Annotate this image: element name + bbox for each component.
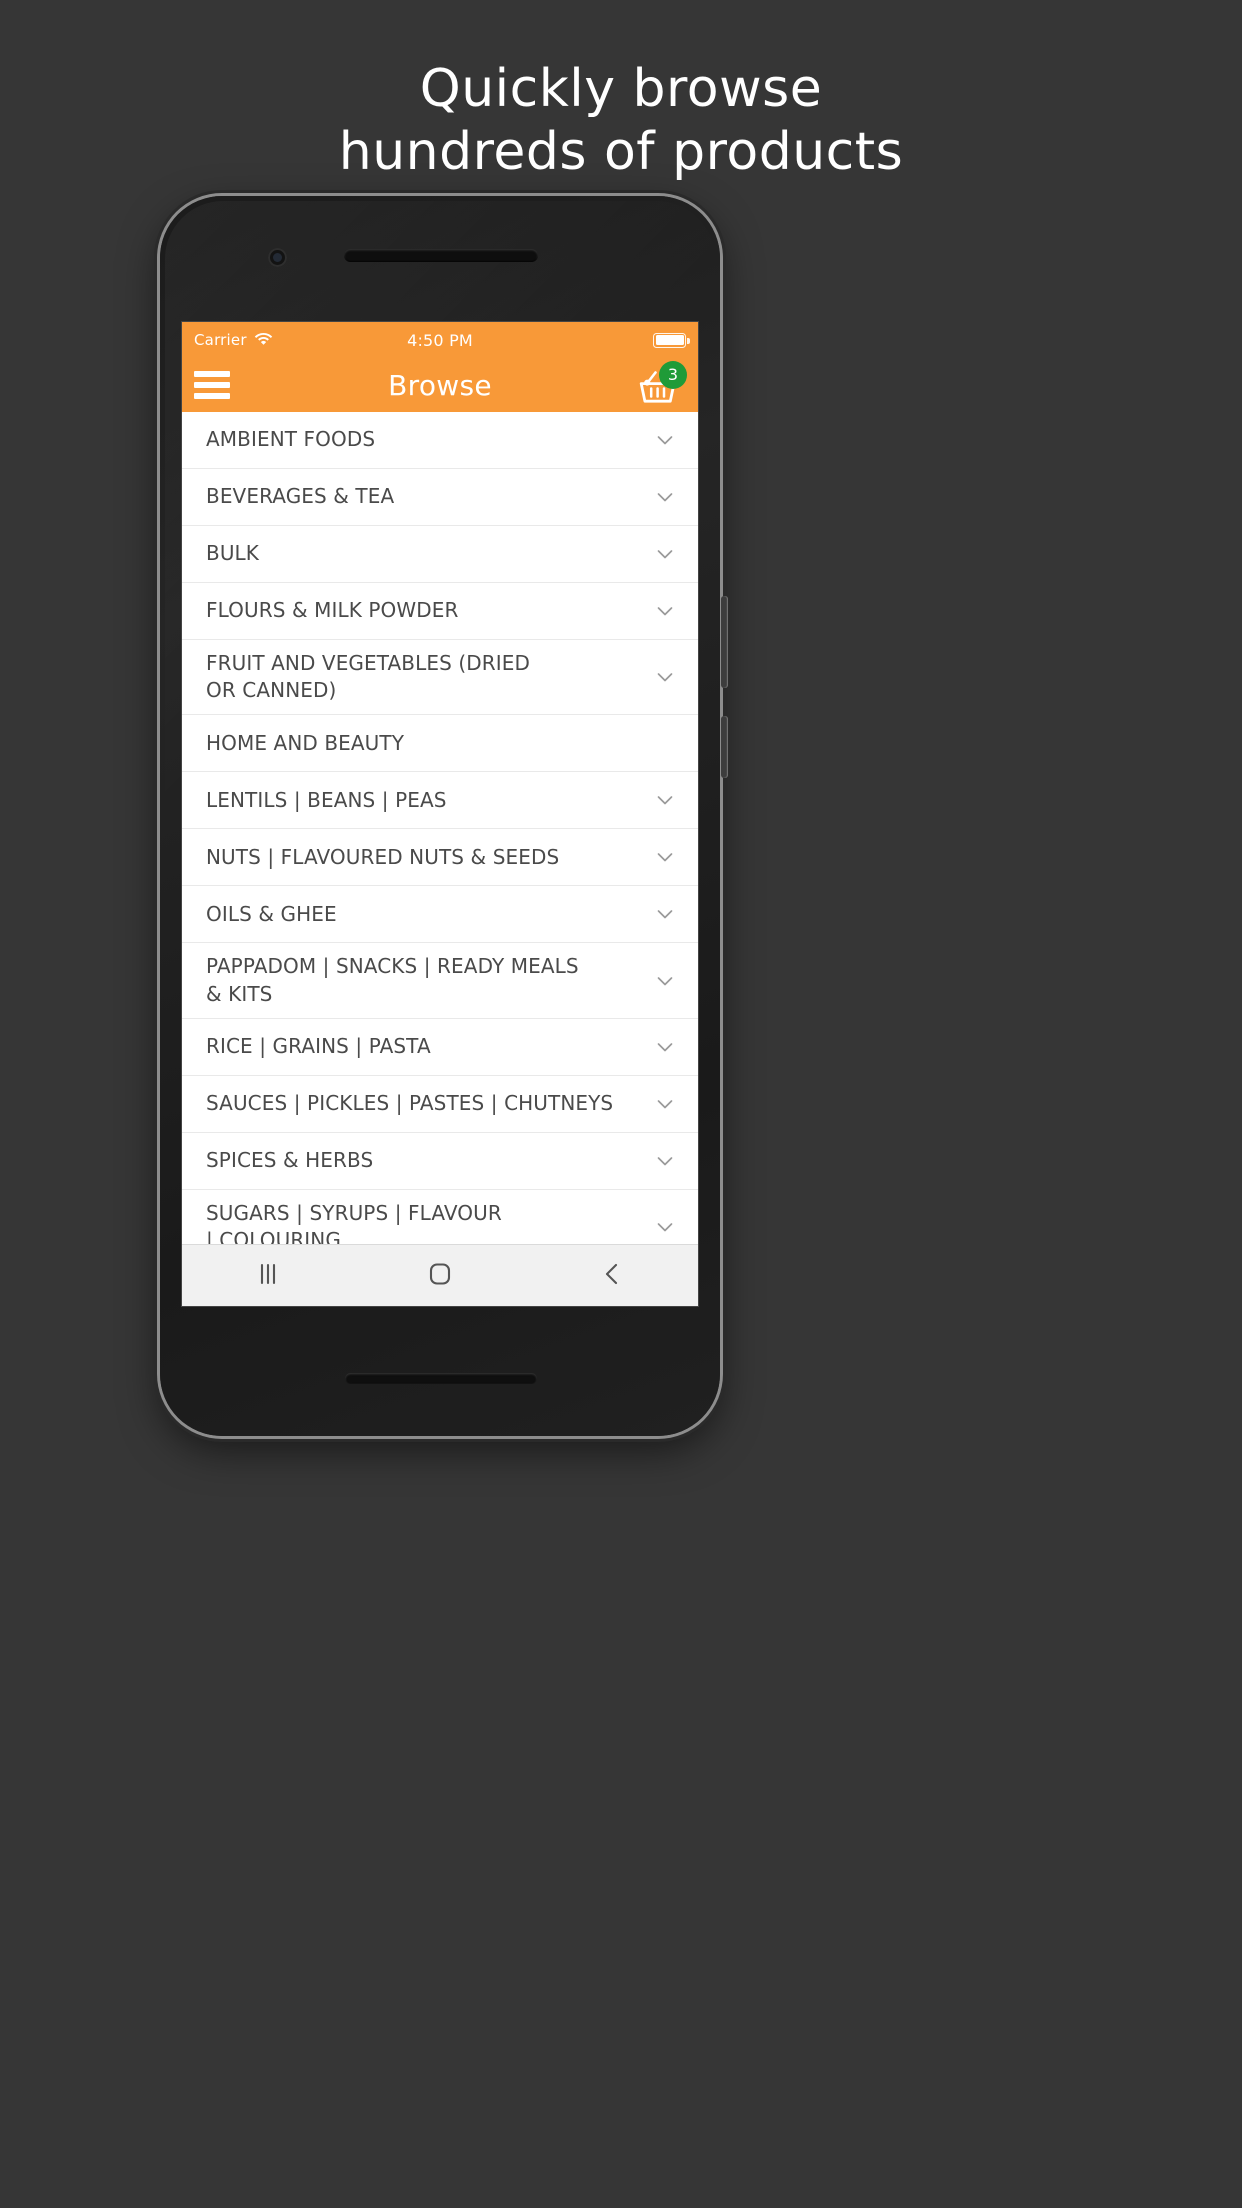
category-label: AMBIENT FOODS <box>206 427 376 452</box>
headline-line-1: Quickly browse <box>419 59 823 119</box>
page-title: Quickly browse hundreds of products <box>0 58 1242 185</box>
cart-button[interactable]: 3 <box>636 361 687 407</box>
recents-button[interactable] <box>225 1252 311 1300</box>
chevron-down-icon <box>657 976 673 985</box>
chevron-down-icon <box>657 1156 673 1166</box>
category-label: BEVERAGES & TEA <box>206 484 395 509</box>
hamburger-menu-icon[interactable] <box>194 371 230 399</box>
battery-icon <box>653 332 690 348</box>
chevron-down-icon <box>657 796 673 805</box>
power-button[interactable] <box>721 716 728 778</box>
promo-screenshot: Quickly browse hundreds of products Carr… <box>0 0 1242 2208</box>
chevron-down-icon <box>657 493 673 502</box>
category-row[interactable]: HOME AND BEAUTY <box>182 715 698 773</box>
nav-title: Browse <box>388 368 492 402</box>
category-row[interactable]: NUTS | FLAVOURED NUTS & SEEDS <box>182 829 698 887</box>
category-label: RICE | GRAINS | PASTA <box>206 1034 431 1059</box>
home-square-icon <box>427 1261 453 1291</box>
category-label: SAUCES | PICKLES | PASTES | CHUTNEYS <box>206 1091 614 1116</box>
chevron-down-icon <box>657 1099 673 1109</box>
chevron-down-icon <box>657 607 673 616</box>
android-navigation-bar <box>182 1244 698 1306</box>
earpiece-speaker <box>344 249 538 262</box>
app-nav-bar: Browse 3 <box>182 358 698 412</box>
chevron-down-icon <box>657 1223 673 1232</box>
chevron-down-icon <box>657 550 673 559</box>
category-row[interactable]: OILS & GHEE <box>182 886 698 944</box>
chevron-down-icon <box>657 910 673 919</box>
status-bar-time: 4:50 PM <box>407 330 473 350</box>
category-label: OILS & GHEE <box>206 901 337 926</box>
status-bar-right <box>653 332 690 348</box>
back-chevron-icon <box>601 1261 623 1291</box>
category-row[interactable]: FRUIT AND VEGETABLES (DRIED OR CANNED) <box>182 640 698 716</box>
category-row[interactable]: BEVERAGES & TEA <box>182 469 698 526</box>
category-row[interactable]: AMBIENT FOODS <box>182 412 698 469</box>
front-camera-icon <box>268 248 287 267</box>
category-label: PAPPADOM | SNACKS | READY MEALS & KITS <box>206 954 579 1006</box>
category-row[interactable]: PAPPADOM | SNACKS | READY MEALS & KITS <box>182 943 698 1019</box>
category-row[interactable]: SAUCES | PICKLES | PASTES | CHUTNEYS <box>182 1075 698 1133</box>
bottom-speaker <box>345 1373 537 1384</box>
status-bar: Carrier 4:50 PM <box>182 322 698 358</box>
cart-count-badge: 3 <box>659 361 687 389</box>
category-label: FRUIT AND VEGETABLES (DRIED OR CANNED) <box>206 651 530 703</box>
recents-icon <box>257 1261 279 1291</box>
category-label: LENTILS | BEANS | PEAS <box>206 787 447 812</box>
category-list[interactable]: AMBIENT FOODS BEVERAGES & TEA BULK FLOURS &… <box>182 412 698 1266</box>
headline-line-2: hundreds of products <box>338 122 904 183</box>
back-button[interactable] <box>569 1252 655 1300</box>
category-label: SPICES & HERBS <box>206 1148 374 1173</box>
chevron-down-icon <box>657 673 673 682</box>
chevron-down-icon <box>657 436 673 445</box>
volume-button[interactable] <box>721 596 728 688</box>
category-label: HOME AND BEAUTY <box>206 730 405 755</box>
battery-level-fill <box>655 335 684 345</box>
phone-screen: Carrier 4:50 PM Browse 3 AMBIENT FOODS B… <box>182 322 698 1306</box>
category-row[interactable]: RICE | GRAINS | PASTA <box>182 1018 698 1076</box>
category-label: NUTS | FLAVOURED NUTS & SEEDS <box>206 844 560 869</box>
category-row[interactable]: BULK <box>182 526 698 583</box>
category-label: FLOURS & MILK POWDER <box>206 598 459 623</box>
phone-mockup: Carrier 4:50 PM Browse 3 AMBIENT FOODS B… <box>160 196 728 1436</box>
home-button[interactable] <box>397 1252 483 1300</box>
category-label: BULK <box>206 541 260 566</box>
category-row[interactable]: FLOURS & MILK POWDER <box>182 583 698 640</box>
chevron-down-icon <box>657 853 673 862</box>
chevron-down-icon <box>657 1042 673 1052</box>
category-row[interactable]: SPICES & HERBS <box>182 1132 698 1190</box>
category-row[interactable]: LENTILS | BEANS | PEAS <box>182 772 698 830</box>
